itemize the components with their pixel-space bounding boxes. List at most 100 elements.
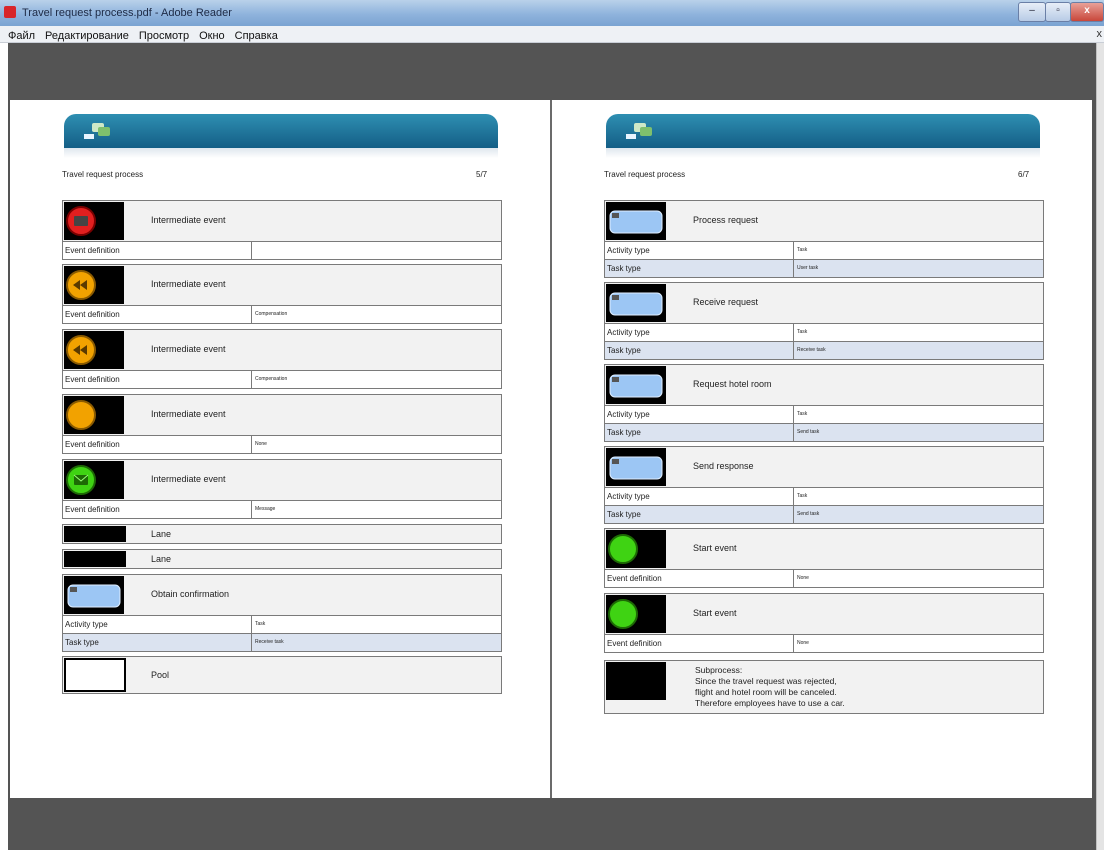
subprocess-line: Subprocess: — [695, 665, 743, 675]
document-title: Travel request process — [604, 170, 686, 179]
property-key: Event definition — [65, 310, 120, 319]
subprocess-line: flight and hotel room will be canceled. — [695, 687, 837, 697]
element-label: Process request — [693, 215, 759, 225]
page-number: 5/7 — [476, 170, 488, 179]
element-label: Pool — [151, 670, 170, 680]
menu-window[interactable]: Окно — [194, 28, 230, 44]
menu-edit[interactable]: Редактирование — [40, 28, 134, 44]
maximize-button[interactable]: ▫ — [1045, 2, 1071, 22]
element-label: Intermediate event — [151, 344, 226, 354]
property-key: Activity type — [65, 620, 108, 629]
menu-file[interactable]: Файл — [0, 28, 40, 44]
close-button[interactable]: x — [1070, 2, 1104, 22]
document-close-button[interactable]: x — [1097, 28, 1103, 40]
start-event-icon — [606, 595, 666, 633]
property-key: Activity type — [607, 410, 650, 419]
task-block: Process request Activity type Task Task t… — [604, 200, 1044, 278]
element-label: Start event — [693, 608, 737, 618]
page-header-banner — [606, 114, 1040, 158]
start-event-block: Start event Event definition None — [604, 593, 1044, 653]
property-key: Task type — [607, 428, 641, 437]
intermediate-event-block: Intermediate event Event definition — [62, 200, 502, 260]
property-value: User task — [793, 260, 818, 277]
element-label: Obtain confirmation — [151, 589, 230, 599]
intermediate-event-block: Intermediate event Event definition Compe… — [62, 264, 502, 324]
subprocess-block: Subprocess: Since the travel request was… — [604, 660, 1044, 714]
none-event-icon — [64, 396, 124, 434]
message-event-icon — [64, 202, 124, 240]
property-key: Task type — [607, 346, 641, 355]
property-value: Task — [793, 242, 807, 259]
element-label: Lane — [151, 554, 172, 564]
subprocess-description: Subprocess: Since the travel request was… — [695, 665, 845, 709]
property-value: Task — [793, 488, 807, 505]
element-label: Intermediate event — [151, 215, 226, 225]
element-label: Lane — [151, 529, 172, 539]
property-key: Activity type — [607, 492, 650, 501]
page-number: 6/7 — [1018, 170, 1030, 179]
subprocess-thumbnail — [606, 662, 666, 700]
property-key: Event definition — [65, 505, 120, 514]
task-icon — [606, 202, 666, 240]
property-value: Task — [793, 406, 807, 423]
intermediate-event-block: Intermediate event Event definition Messa… — [62, 459, 502, 519]
logo-icon — [84, 123, 110, 139]
logo-icon — [626, 123, 652, 139]
property-value: Receive task — [793, 342, 826, 359]
element-label: Start event — [693, 543, 737, 553]
minimize-button[interactable]: – — [1018, 2, 1046, 22]
property-value: Receive task — [251, 634, 284, 651]
property-key: Event definition — [65, 375, 120, 384]
property-key: Event definition — [65, 440, 120, 449]
pool-block: Pool — [62, 656, 502, 694]
task-icon — [606, 366, 666, 404]
element-label: Request hotel room — [693, 379, 772, 389]
property-value: None — [793, 570, 809, 587]
property-key: Task type — [607, 510, 641, 519]
title-bar: Travel request process.pdf - Adobe Reade… — [0, 0, 1104, 26]
lane-thumbnail — [64, 526, 126, 542]
vertical-scrollbar[interactable] — [1096, 43, 1104, 850]
menu-view[interactable]: Просмотр — [134, 28, 194, 44]
intermediate-event-block: Intermediate event Event definition None — [62, 394, 502, 454]
task-icon — [606, 284, 666, 322]
menu-help[interactable]: Справка — [230, 28, 283, 44]
property-key: Activity type — [607, 246, 650, 255]
property-value: None — [251, 436, 267, 453]
task-block: Receive request Activity type Task Task t… — [604, 282, 1044, 360]
task-icon — [64, 576, 124, 614]
property-key: Event definition — [607, 639, 662, 648]
property-value: Task — [793, 324, 807, 341]
compensation-event-icon — [64, 266, 124, 304]
task-block: Send response Activity type Task Task typ… — [604, 446, 1044, 524]
property-value: Message — [251, 501, 275, 518]
window-title: Travel request process.pdf - Adobe Reade… — [22, 7, 232, 19]
intermediate-event-block: Intermediate event Event definition Compe… — [62, 329, 502, 389]
property-value: Compensation — [251, 371, 287, 388]
element-label: Send response — [693, 461, 754, 471]
lane-thumbnail — [64, 551, 126, 567]
element-label: Receive request — [693, 297, 759, 307]
task-block: Obtain confirmation Activity type Task Ta… — [62, 574, 502, 652]
page-5: Travel request process 5/7 Intermediate … — [10, 100, 550, 798]
property-value: None — [793, 635, 809, 652]
start-event-block: Start event Event definition None — [604, 528, 1044, 588]
property-key: Task type — [607, 264, 641, 273]
menu-bar: Файл Редактирование Просмотр Окно Справка x — [0, 26, 1104, 43]
subprocess-line: Therefore employees have to use a car. — [695, 698, 845, 708]
page-header-banner — [64, 114, 498, 158]
task-block: Request hotel room Activity type Task Tas… — [604, 364, 1044, 442]
start-event-icon — [606, 530, 666, 568]
lane-block: Lane — [62, 549, 502, 569]
property-value: Send task — [793, 424, 819, 441]
document-title: Travel request process — [62, 170, 144, 179]
subprocess-line: Since the travel request was rejected, — [695, 676, 837, 686]
task-icon — [606, 448, 666, 486]
adobe-reader-icon — [4, 6, 16, 18]
message-event-icon — [64, 461, 124, 499]
element-label: Intermediate event — [151, 474, 226, 484]
property-value: Task — [251, 616, 265, 633]
compensation-event-icon — [64, 331, 124, 369]
property-value: Send task — [793, 506, 819, 523]
page-6: Travel request process 6/7 Process reque… — [552, 100, 1092, 798]
